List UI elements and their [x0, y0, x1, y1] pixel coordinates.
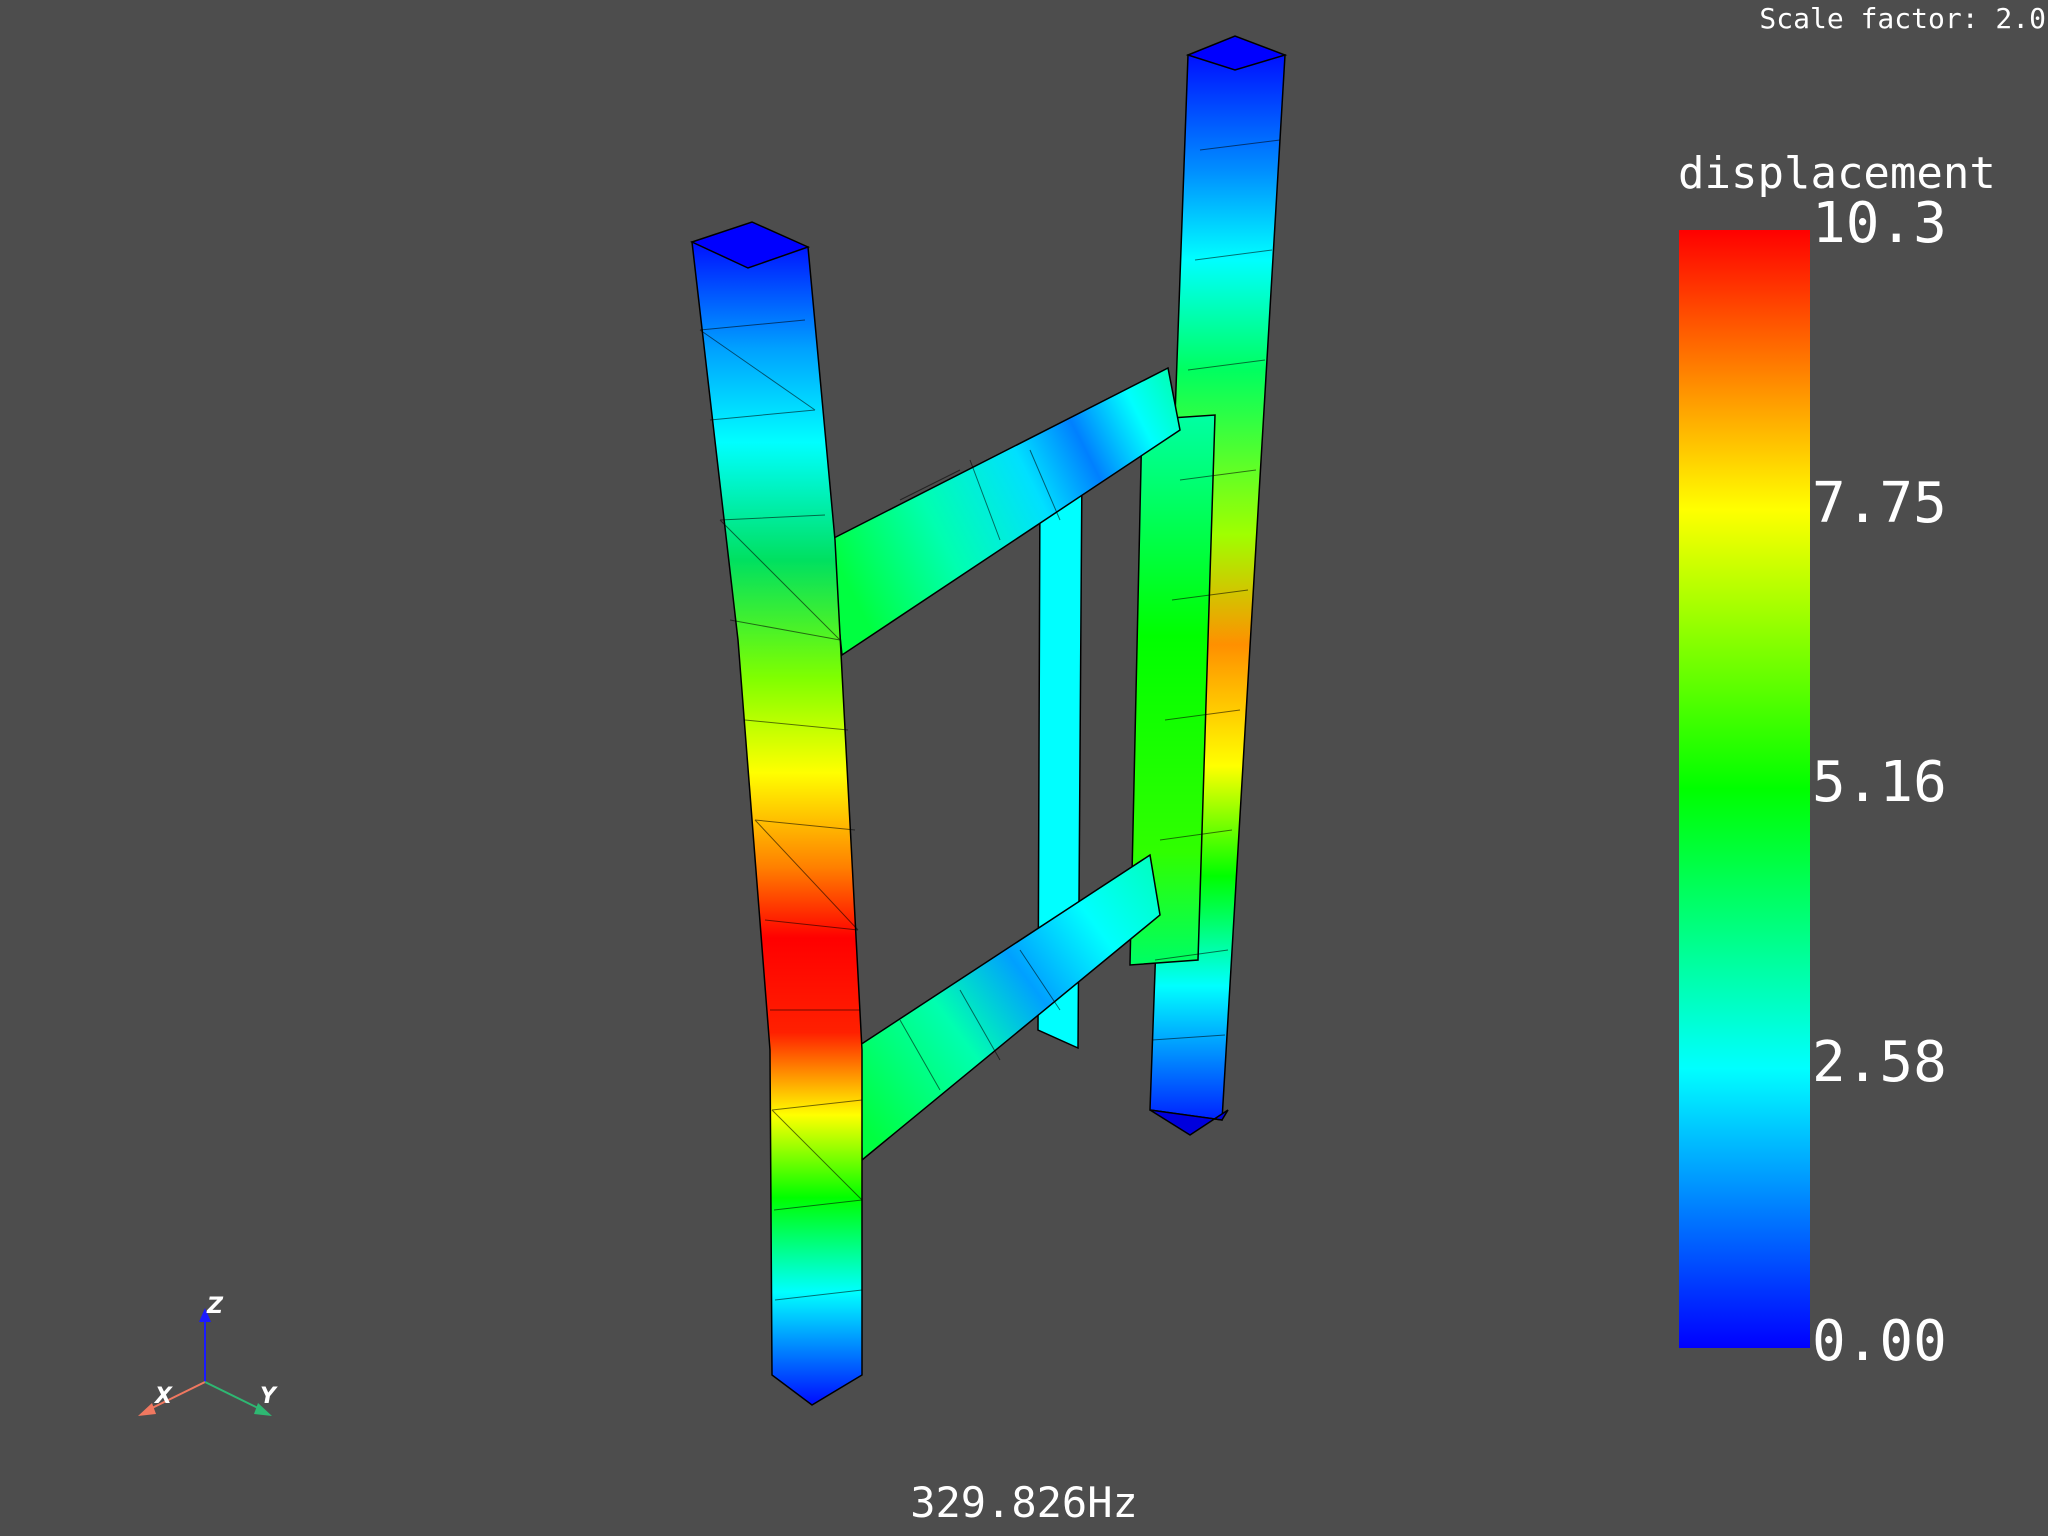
scale-factor-label: Scale factor: 2.0 [1759, 2, 2046, 35]
3d-viewport[interactable] [0, 0, 2048, 1536]
colorbar-tick-4: 2.58 [1812, 1030, 1947, 1095]
top-crossbar [829, 366, 1181, 657]
z-axis-label: Z [206, 1294, 224, 1319]
colorbar-tick-max: 10.3 [1812, 191, 1947, 256]
x-axis-arrow-icon [138, 1403, 156, 1416]
colorbar [1679, 230, 1810, 1348]
y-axis-label: Y [260, 1384, 278, 1409]
colorbar-tick-2: 7.75 [1812, 471, 1947, 536]
colorbar-tick-min: 0.00 [1812, 1309, 1947, 1374]
frequency-label: 329.826Hz [910, 1478, 1138, 1527]
x-axis-label: X [153, 1384, 173, 1409]
left-column [689, 221, 863, 1406]
axes-triad: Z X Y [138, 1294, 278, 1416]
colorbar-tick-3: 5.16 [1812, 750, 1947, 815]
bottom-crossbar [859, 853, 1161, 1162]
